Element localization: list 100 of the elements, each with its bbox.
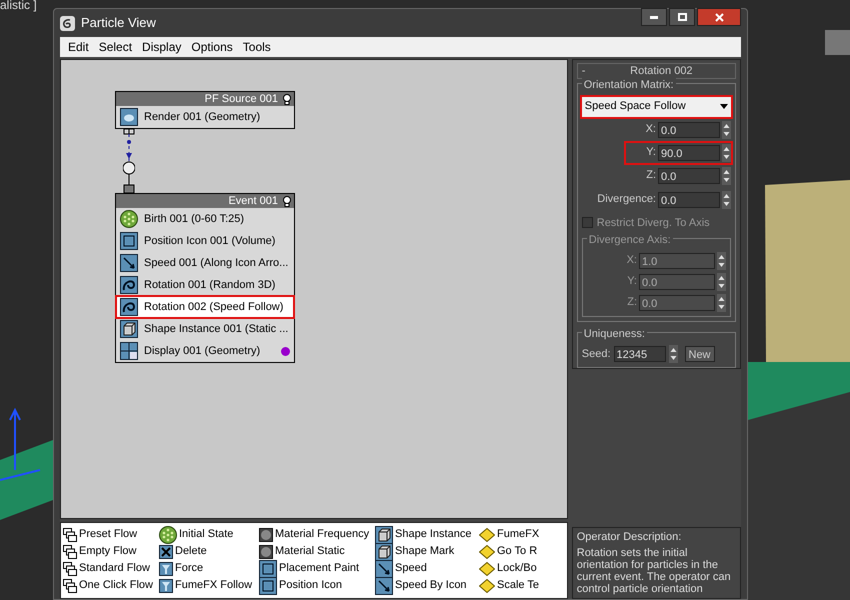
depot-item[interactable]: Force — [159, 560, 255, 577]
window-title: Particle View — [81, 14, 157, 32]
depot-item[interactable]: Position Icon — [259, 577, 371, 594]
depot-item[interactable]: Shape Instance — [375, 526, 475, 543]
number-field[interactable]: 12345 — [614, 346, 666, 362]
close-icon — [714, 12, 724, 22]
x-icon — [159, 544, 173, 558]
axis-row: Z: 0.0 — [626, 166, 731, 186]
diagonal-arrow-icon — [120, 254, 138, 272]
number-field[interactable]: 0.0 — [658, 122, 720, 138]
minimize-icon — [650, 16, 658, 18]
maximize-button[interactable] — [669, 8, 695, 26]
axis-row: X: 0.0 — [626, 120, 731, 140]
light-bulb-icon[interactable] — [282, 196, 292, 206]
spiral-icon — [120, 276, 138, 294]
number-field[interactable]: 0.0 — [658, 192, 720, 208]
square-corners-icon — [120, 232, 138, 250]
operator-item[interactable]: Rotation 001 (Random 3D) — [116, 274, 294, 296]
menu-item[interactable]: Tools — [238, 38, 275, 56]
light-bulb-icon[interactable] — [282, 94, 292, 104]
diagonal-arrow-icon — [375, 560, 393, 578]
description-text: Rotation sets the initial orientation for particles in the current event. The operator can control particle orientation — [576, 546, 732, 594]
grid-square-icon — [120, 342, 138, 360]
funnel-icon — [159, 562, 173, 576]
depot-item[interactable]: One Click Flow — [63, 577, 155, 594]
checkbox-label: Restrict Diverg. To Axis — [596, 216, 710, 230]
operator-item[interactable]: Position Icon 001 (Volume) — [116, 230, 294, 252]
stacked-pages-icon — [63, 578, 77, 592]
square-corners-icon — [259, 560, 277, 578]
depot-item[interactable]: Speed — [375, 560, 475, 577]
spinner-arrows-icon[interactable] — [722, 190, 731, 208]
spinner-arrows-icon[interactable] — [722, 144, 731, 162]
stacked-pages-icon — [63, 544, 77, 558]
checkbox[interactable] — [582, 217, 593, 228]
diamond-icon — [479, 578, 495, 592]
operator-item[interactable]: Shape Instance 001 (Static ... — [116, 318, 294, 340]
depot-item[interactable]: Go To R — [479, 543, 559, 560]
spinner-arrows-icon[interactable] — [717, 252, 726, 270]
cube-icon — [120, 320, 138, 338]
field-label: Y: — [627, 274, 637, 290]
app-logo-icon — [60, 16, 75, 30]
close-button[interactable] — [697, 8, 741, 26]
depot-item[interactable]: Placement Paint — [259, 560, 371, 577]
shaded-sphere-icon — [259, 544, 273, 558]
field-label: Divergence: — [597, 192, 656, 208]
dropdown-caret-icon — [720, 104, 728, 109]
shaded-sphere-icon — [259, 528, 273, 542]
operator-item[interactable]: Display 001 (Geometry) — [116, 340, 294, 362]
cube-icon — [375, 526, 393, 544]
minimize-button[interactable] — [641, 8, 667, 26]
menu-item[interactable]: Options — [187, 38, 237, 56]
group-label: Operator Description: — [576, 530, 682, 545]
number-field[interactable]: 90.0 — [658, 144, 720, 160]
stacked-pages-icon — [63, 562, 77, 576]
menu-item[interactable]: Display — [138, 38, 186, 56]
depot-item[interactable]: Material Static — [259, 543, 371, 560]
dotted-circle-icon — [159, 526, 177, 544]
group-label: Divergence Axis: — [586, 232, 673, 248]
new-seed-button[interactable]: New — [684, 346, 715, 362]
operator-item[interactable]: Render 001 (Geometry) — [116, 106, 294, 128]
axis-row: Y: 90.0 — [626, 142, 731, 162]
square-corners-icon — [259, 576, 277, 594]
depot-item[interactable]: Standard Flow — [63, 560, 155, 577]
spinner-arrows-icon[interactable] — [722, 166, 731, 184]
stacked-pages-icon — [63, 528, 77, 542]
diamond-icon — [479, 562, 495, 576]
menu-item[interactable]: Select — [94, 38, 136, 56]
field-label: Seed: — [582, 346, 610, 362]
operator-item[interactable]: Birth 001 (0-60 T:25) — [116, 208, 294, 230]
viewport-label: alistic ] — [0, 0, 37, 14]
diamond-icon — [479, 544, 495, 558]
node-title: PF Source 001 — [204, 94, 278, 104]
operator-item[interactable]: Speed 001 (Along Icon Arro... — [116, 252, 294, 274]
depot-item[interactable]: Preset Flow — [63, 526, 155, 543]
depot-item[interactable]: Shape Mark — [375, 543, 475, 560]
depot-item[interactable]: FumeFX Follow — [159, 577, 255, 594]
spinner-arrows-icon[interactable] — [717, 272, 726, 290]
cube-icon — [375, 542, 393, 560]
depot-item[interactable]: FumeFX — [479, 526, 559, 543]
spiral-icon — [120, 298, 138, 316]
dotted-circle-icon — [120, 210, 138, 228]
depot-item[interactable]: Material Frequency — [259, 526, 371, 543]
depot-item[interactable]: Lock/Bo — [479, 560, 559, 577]
spinner-arrows-icon[interactable] — [668, 345, 678, 363]
spinner-arrows-icon[interactable] — [722, 120, 731, 138]
depot-item[interactable]: Scale Te — [479, 577, 559, 594]
diagonal-arrow-icon — [375, 576, 393, 594]
operator-item[interactable]: Rotation 002 (Speed Follow) — [116, 296, 294, 318]
funnel-icon — [159, 578, 173, 592]
menu-item[interactable]: Edit — [64, 38, 93, 56]
diamond-icon — [479, 528, 495, 542]
field-label: X: — [626, 253, 637, 268]
orientation-dropdown[interactable]: Speed Space Follow — [582, 96, 731, 116]
depot-item[interactable]: Speed By Icon — [375, 577, 475, 594]
depot-item[interactable]: Empty Flow — [63, 543, 155, 560]
depot-item[interactable]: Delete — [159, 543, 255, 560]
field-label: Z: — [627, 295, 637, 310]
number-field[interactable]: 0.0 — [658, 168, 720, 184]
depot-item[interactable]: Initial State — [159, 526, 255, 543]
spinner-arrows-icon[interactable] — [717, 294, 726, 312]
